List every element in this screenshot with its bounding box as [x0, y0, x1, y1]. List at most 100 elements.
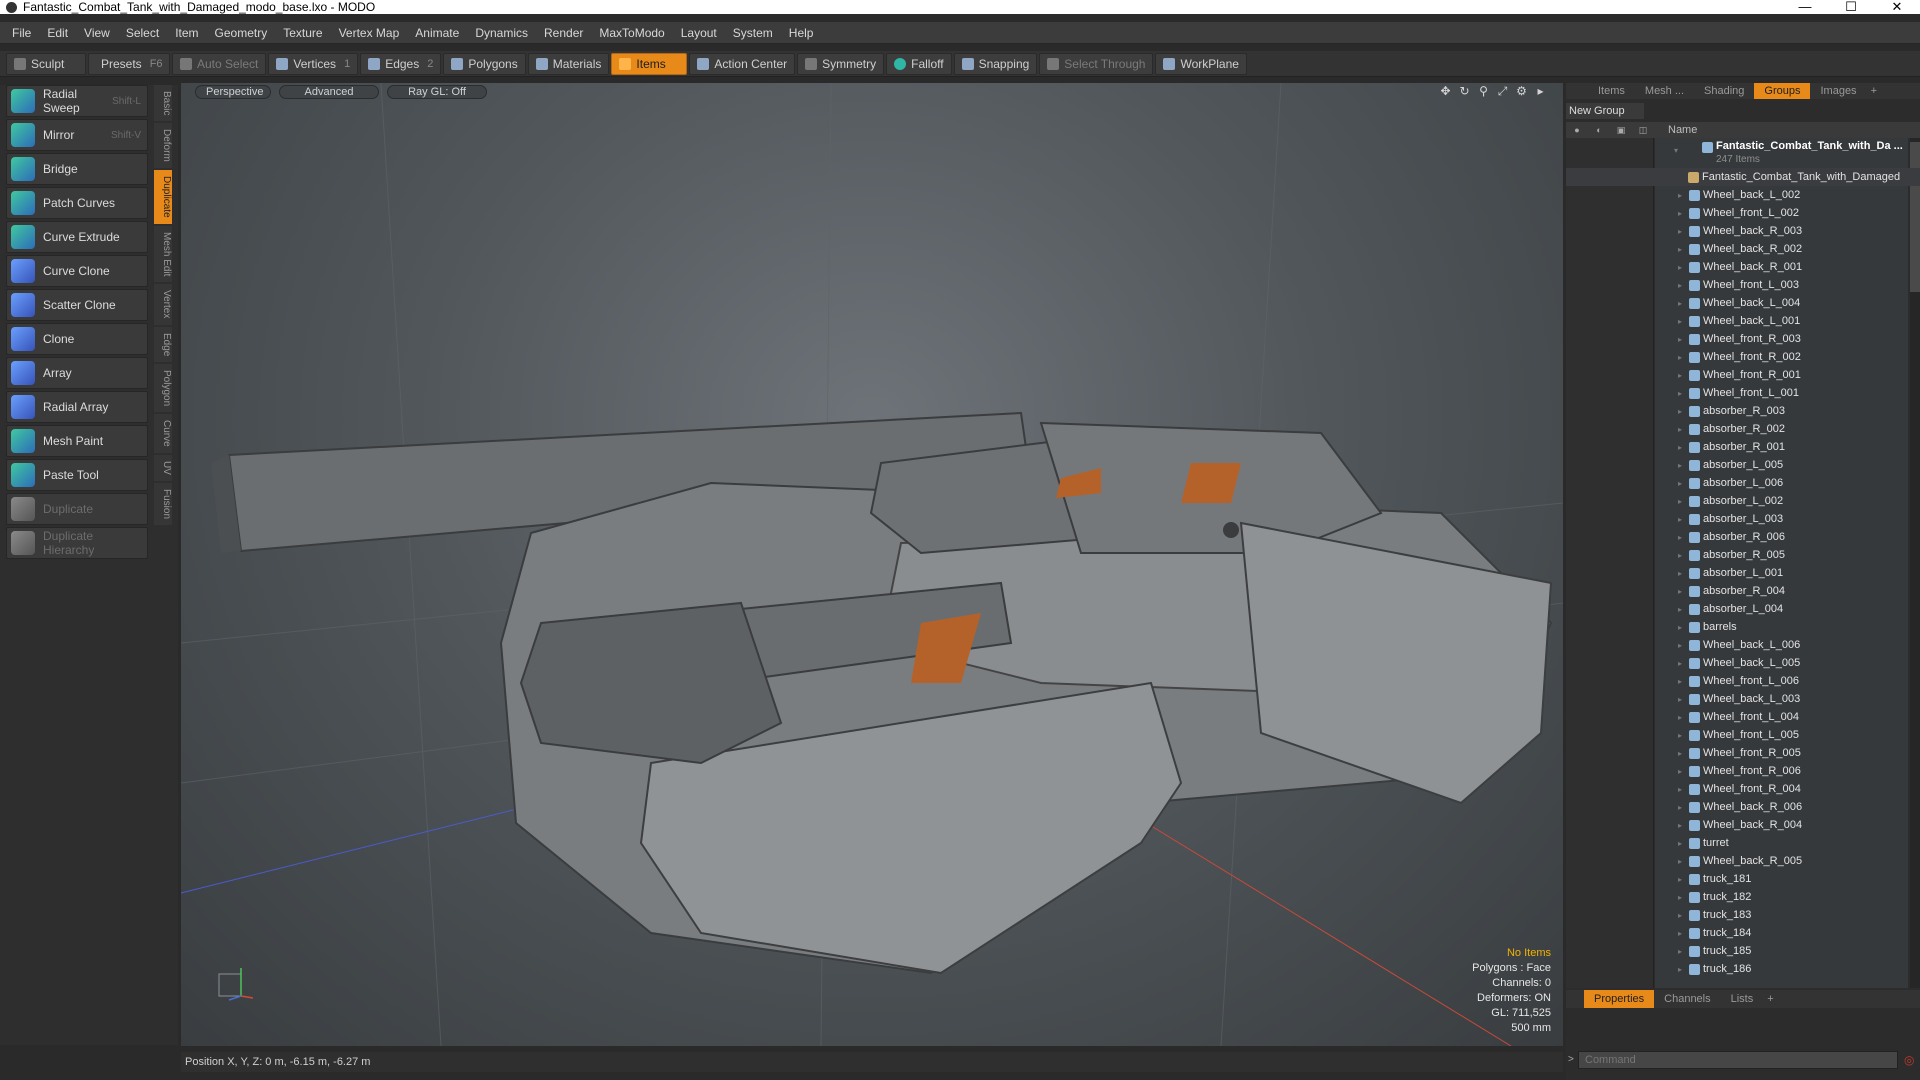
expand-icon[interactable]: ▸ [1678, 587, 1682, 596]
list-item[interactable]: ▸ Wheel_back_L_002 [1566, 186, 1920, 204]
shading-mode-selector[interactable]: Advanced [279, 85, 379, 99]
tool-scatter-clone[interactable]: Scatter Clone [6, 289, 148, 321]
tab-basic[interactable]: Basic [154, 85, 172, 122]
list-item[interactable]: ▸ Wheel_front_L_001 [1566, 384, 1920, 402]
expand-icon[interactable]: ▸ [1678, 731, 1682, 740]
expand-icon[interactable]: ▸ [1678, 749, 1682, 758]
expand-icon[interactable]: ▸ [1678, 605, 1682, 614]
expand-icon[interactable]: ▸ [1678, 371, 1682, 380]
menu-select[interactable]: Select [118, 22, 167, 44]
tab-lists[interactable]: Lists [1721, 990, 1764, 1008]
expand-icon[interactable]: ▸ [1678, 497, 1682, 506]
list-item[interactable]: ▸ Wheel_back_R_001 [1566, 258, 1920, 276]
list-item[interactable]: ▸ Wheel_back_L_006 [1566, 636, 1920, 654]
menu-render[interactable]: Render [536, 22, 591, 44]
expand-icon[interactable]: ▸ [1678, 479, 1682, 488]
expand-icon[interactable]: ▸ [1678, 929, 1682, 938]
symmetry-button[interactable]: Symmetry [797, 52, 885, 75]
add-tab-button[interactable]: + [1867, 83, 1881, 99]
expand-icon[interactable]: ▸ [1678, 335, 1682, 344]
lock-column-icon[interactable]: ▣ [1610, 125, 1632, 136]
expand-icon[interactable]: ▸ [1678, 821, 1682, 830]
list-item[interactable]: ▸ absorber_R_006 [1566, 528, 1920, 546]
expand-icon[interactable]: ▸ [1678, 569, 1682, 578]
zoom-icon[interactable]: ⚲ [1477, 85, 1490, 98]
list-item[interactable]: ▸ Wheel_back_L_001 [1566, 312, 1920, 330]
list-item[interactable]: ▸ Wheel_front_L_002 [1566, 204, 1920, 222]
tab-edge[interactable]: Edge [154, 326, 172, 363]
list-item[interactable]: ▸ absorber_R_002 [1566, 420, 1920, 438]
expand-icon[interactable]: ▸ [1678, 317, 1682, 326]
menu-item[interactable]: Item [167, 22, 206, 44]
raygl-toggle[interactable]: Ray GL: Off [387, 85, 487, 99]
expand-icon[interactable]: ▸ [1678, 641, 1682, 650]
expand-icon[interactable]: ▸ [1678, 191, 1682, 200]
expand-icon[interactable]: ▸ [1678, 839, 1682, 848]
tab-vertex[interactable]: Vertex [154, 284, 172, 325]
expand-icon[interactable]: ▸ [1678, 893, 1682, 902]
list-item[interactable]: ▸ absorber_R_005 [1566, 546, 1920, 564]
tab-duplicate[interactable]: Duplicate [154, 170, 172, 224]
items-button[interactable]: Items [611, 52, 688, 75]
name-column-header[interactable]: Name [1654, 124, 1697, 136]
auto-select-button[interactable]: Auto Select [172, 52, 267, 75]
list-item[interactable]: ▸ Wheel_front_R_002 [1566, 348, 1920, 366]
list-item[interactable]: ▸ Wheel_back_R_006 [1566, 798, 1920, 816]
expand-icon[interactable]: ▸ [1678, 713, 1682, 722]
menu-layout[interactable]: Layout [673, 22, 725, 44]
list-item[interactable]: ▸ truck_185 [1566, 942, 1920, 960]
fit-icon[interactable]: ⤢ [1496, 85, 1509, 98]
tab-shading[interactable]: Shading [1694, 83, 1754, 99]
tool-radial-array[interactable]: Radial Array [6, 391, 148, 423]
tab-fusion[interactable]: Fusion [154, 482, 172, 525]
list-item[interactable]: ▸ absorber_R_003 [1566, 402, 1920, 420]
expand-icon[interactable]: ▸ [1678, 803, 1682, 812]
expand-icon[interactable]: ▸ [1678, 677, 1682, 686]
expand-icon[interactable]: ▸ [1678, 299, 1682, 308]
expand-icon[interactable]: ▸ [1678, 659, 1682, 668]
tool-mirror[interactable]: Mirror Shift-V [6, 119, 148, 151]
expand-icon[interactable]: ▸ [1678, 911, 1682, 920]
tool-radial-sweep[interactable]: Radial Sweep Shift-L [6, 85, 148, 117]
expand-icon[interactable]: ▸ [1678, 695, 1682, 704]
list-item[interactable]: ▸ Wheel_back_R_005 [1566, 852, 1920, 870]
tab-mesh[interactable]: Mesh ... [1635, 83, 1694, 99]
list-item[interactable]: ▸ barrels [1566, 618, 1920, 636]
command-input[interactable] [1578, 1051, 1898, 1069]
menu-geometry[interactable]: Geometry [207, 22, 276, 44]
list-item[interactable]: ▸ truck_186 [1566, 960, 1920, 978]
list-item[interactable]: ▸ truck_183 [1566, 906, 1920, 924]
tool-paste-tool[interactable]: Paste Tool [6, 459, 148, 491]
group-root[interactable]: ▾ Fantastic_Combat_Tank_with_Da ... 247 … [1566, 138, 1920, 168]
list-item[interactable]: ▸ turret [1566, 834, 1920, 852]
tool-patch-curves[interactable]: Patch Curves [6, 187, 148, 219]
edges-button[interactable]: Edges 2 [360, 52, 442, 75]
list-item[interactable]: ▸ absorber_L_001 [1566, 564, 1920, 582]
collapse-icon[interactable]: ▾ [1674, 146, 1678, 155]
expand-icon[interactable]: ▸ [1678, 281, 1682, 290]
list-item[interactable]: ▸ Wheel_back_R_004 [1566, 816, 1920, 834]
menu-vertex-map[interactable]: Vertex Map [331, 22, 408, 44]
list-item[interactable]: ▸ Wheel_back_R_002 [1566, 240, 1920, 258]
tab-properties[interactable]: Properties [1584, 990, 1655, 1008]
tab-uv[interactable]: UV [154, 454, 172, 481]
command-stop-icon[interactable]: ◎ [1904, 1051, 1918, 1069]
rotate-icon[interactable]: ↻ [1458, 85, 1471, 98]
view-mode-selector[interactable]: Perspective [195, 85, 271, 99]
falloff-button[interactable]: Falloff [886, 52, 952, 75]
list-item[interactable]: ▸ truck_184 [1566, 924, 1920, 942]
tool-duplicate[interactable]: Duplicate [6, 493, 148, 525]
select-through-button[interactable]: Select Through [1039, 52, 1154, 75]
expand-icon[interactable]: ▸ [1678, 533, 1682, 542]
snapping-button[interactable]: Snapping [953, 52, 1038, 75]
minimize-button[interactable]: — [1782, 0, 1828, 14]
tool-array[interactable]: Array [6, 357, 148, 389]
menu-edit[interactable]: Edit [39, 22, 76, 44]
menu-texture[interactable]: Texture [275, 22, 330, 44]
list-item[interactable]: ▸ Wheel_back_L_005 [1566, 654, 1920, 672]
menu-view[interactable]: View [76, 22, 118, 44]
list-item[interactable]: ▸ Wheel_front_R_001 [1566, 366, 1920, 384]
expand-icon[interactable]: ▸ [1678, 947, 1682, 956]
sculpt-button[interactable]: Sculpt [6, 52, 86, 75]
expand-arrow-icon[interactable]: ▸ [1534, 85, 1547, 98]
